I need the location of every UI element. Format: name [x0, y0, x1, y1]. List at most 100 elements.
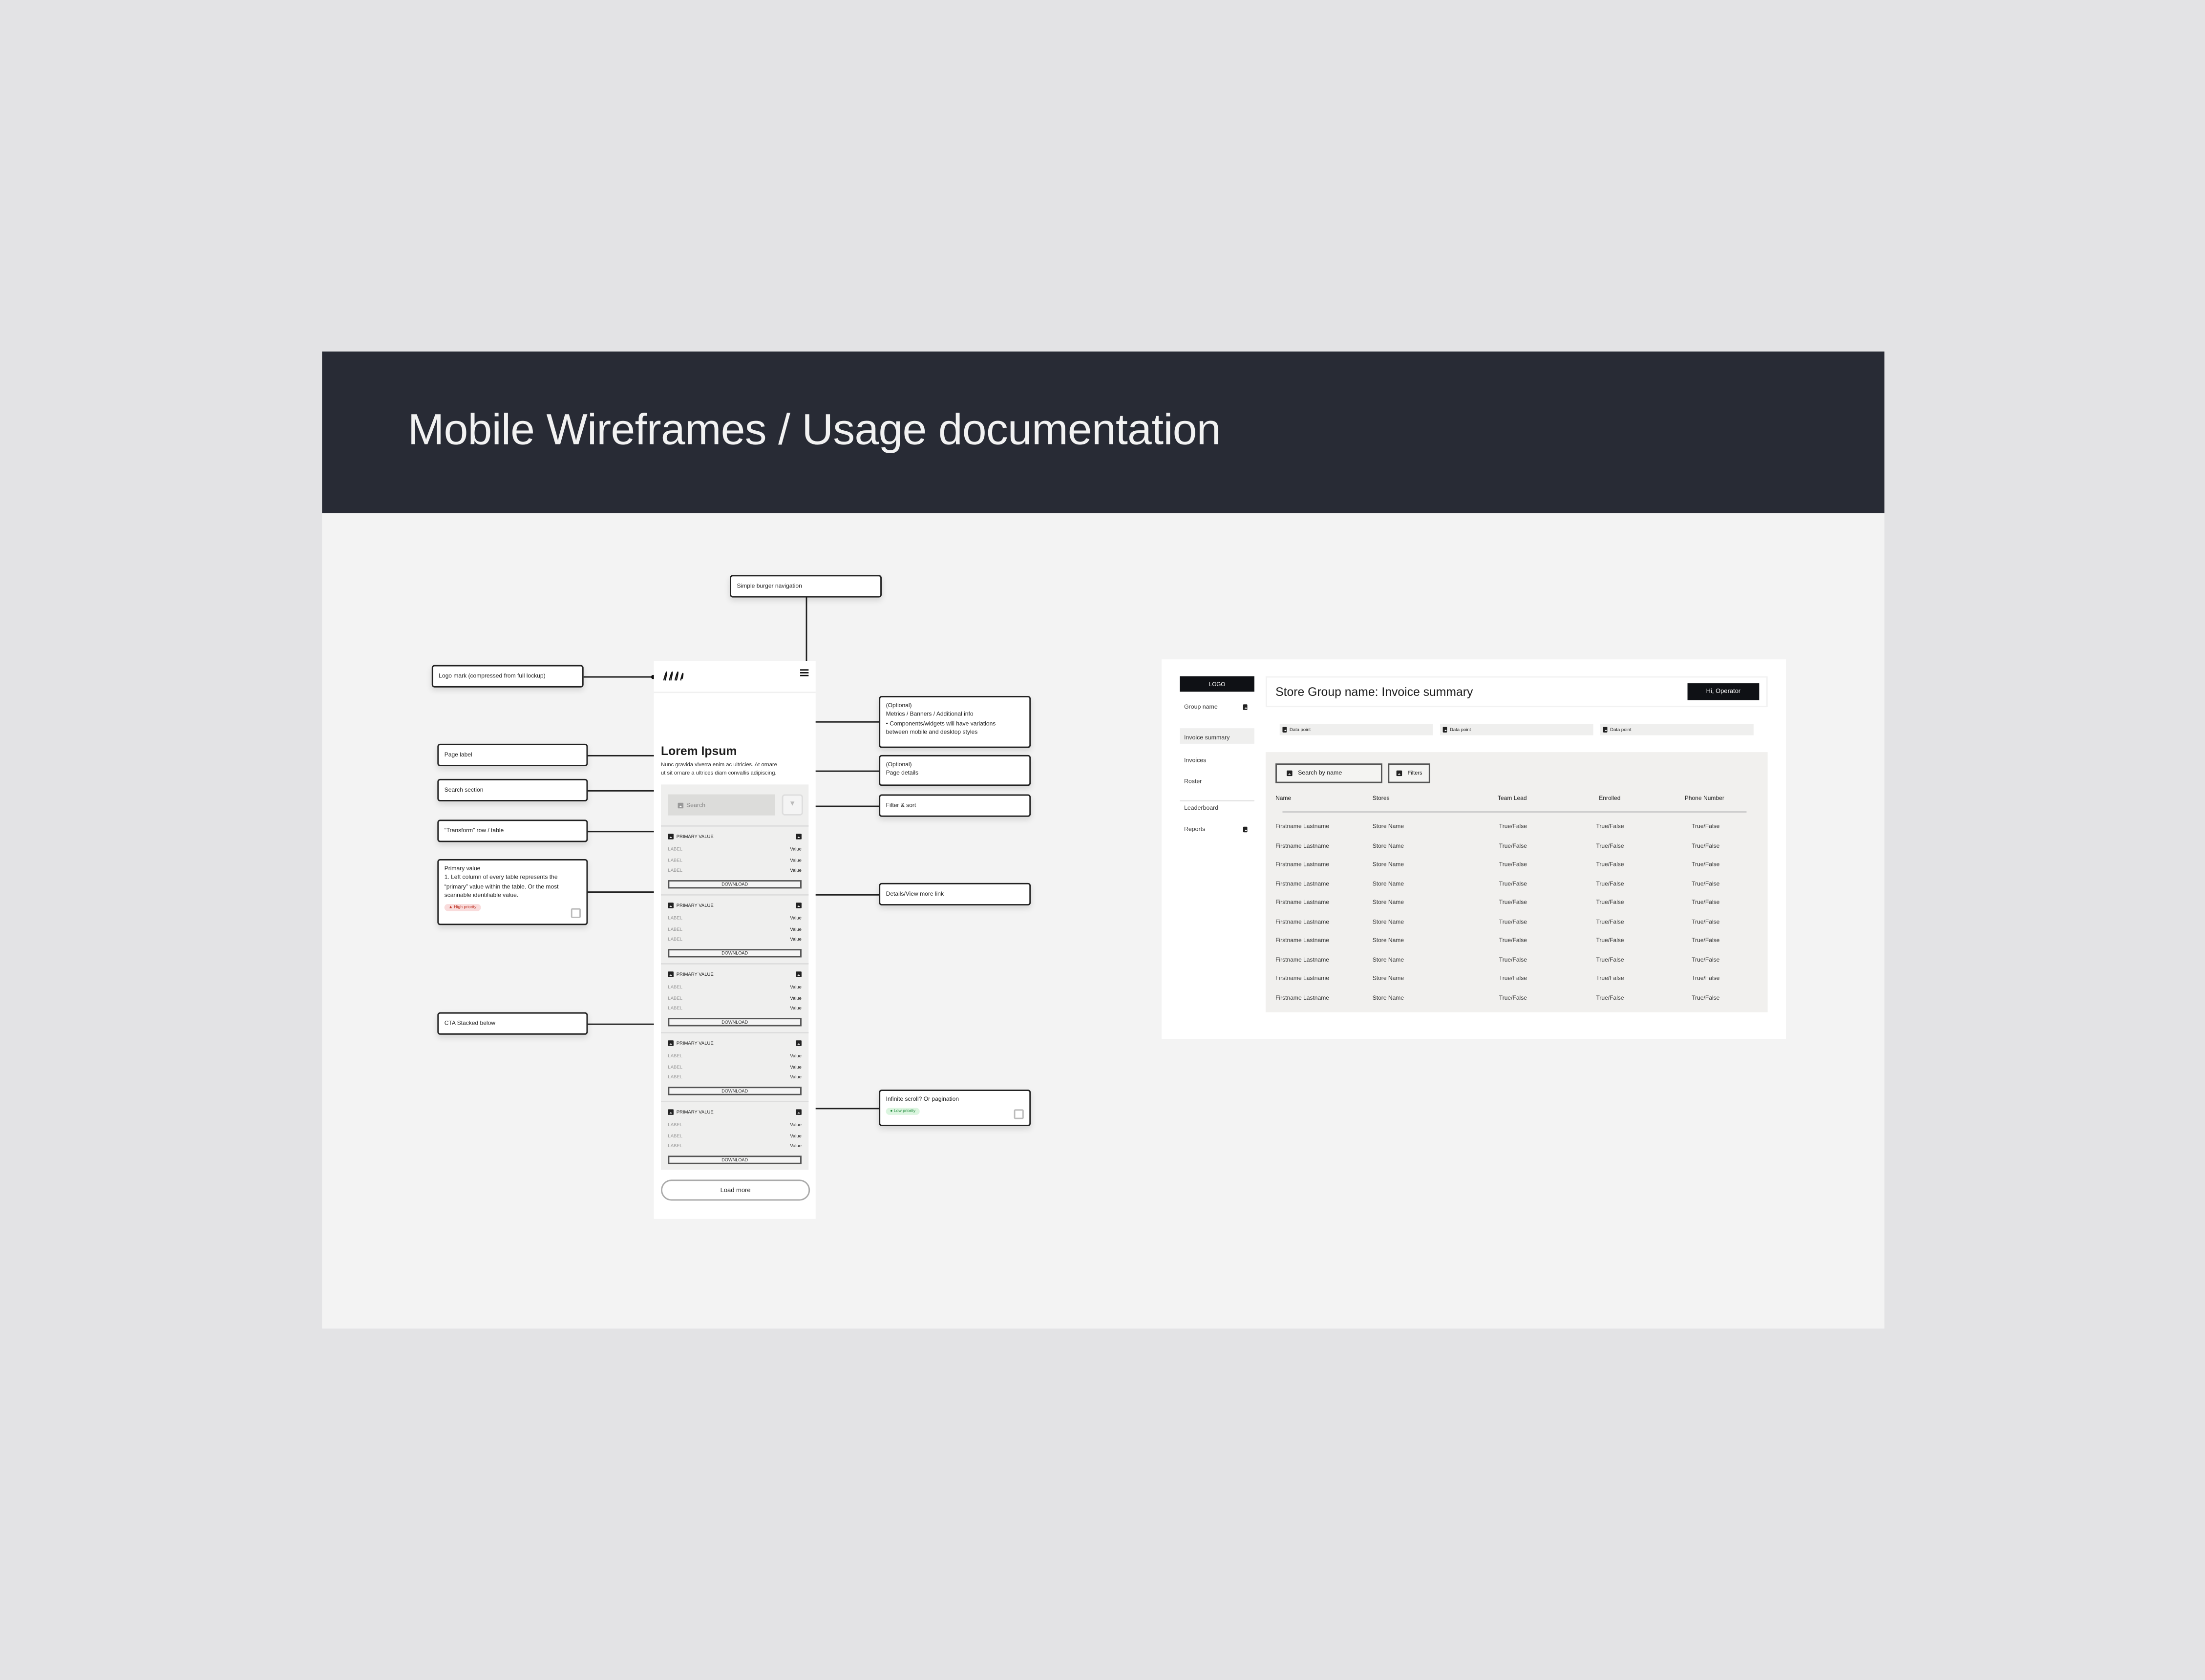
note-text: Page label — [444, 751, 472, 758]
checkbox[interactable] — [1014, 1109, 1024, 1119]
note-text: Metrics / Banners / Additional info — [886, 710, 974, 718]
row-value: Value — [790, 857, 802, 863]
column-header[interactable]: Name — [1275, 795, 1291, 801]
table-cell: Firstname Lastname — [1275, 937, 1329, 944]
sidebar-item[interactable]: Roster — [1184, 777, 1202, 784]
image-icon[interactable] — [796, 971, 802, 977]
connector — [588, 755, 657, 756]
row-value: Value — [790, 1053, 802, 1059]
image-icon[interactable] — [796, 1109, 802, 1115]
row-value: Value — [790, 867, 802, 873]
card-row: LABEL Value — [668, 1074, 801, 1080]
download-button[interactable]: DOWNLOAD — [668, 1087, 802, 1095]
data-point: Data point — [1600, 724, 1754, 735]
record-card[interactable]: PRIMARY VALUE LABEL Value LABEL Value LABEL Va… — [661, 963, 809, 1032]
table-cell: Store Name — [1372, 975, 1404, 982]
table-cell: True/False — [1692, 994, 1720, 1001]
note-primary-value: Primary value 1. Left column of every ta… — [437, 859, 588, 925]
table-cell: True/False — [1596, 994, 1624, 1001]
row-value: Value — [790, 1122, 802, 1128]
table-cell: Store Name — [1372, 841, 1404, 849]
note-page-details: (Optional) Page details — [879, 755, 1031, 786]
note-burger: Simple burger navigation — [730, 575, 882, 598]
checkbox[interactable] — [571, 908, 581, 918]
burger-menu-icon[interactable] — [800, 669, 809, 676]
row-label: LABEL — [668, 1132, 682, 1138]
search-placeholder: Search — [686, 801, 706, 809]
note-text: “Transform” row / table — [444, 826, 504, 834]
record-card[interactable]: PRIMARY VALUE LABEL Value LABEL Value LABEL Va… — [661, 1032, 809, 1101]
table-cell: Firstname Lastname — [1275, 880, 1329, 887]
row-value: Value — [790, 1063, 802, 1070]
note-text: “primary” value within the table. Or the… — [444, 882, 559, 890]
note-details-link: Details/View more link — [879, 882, 1031, 905]
page-heading: Lorem Ipsum — [661, 743, 737, 758]
record-card[interactable]: PRIMARY VALUE LABEL Value LABEL Value LABEL Va… — [661, 825, 809, 894]
card-row: LABEL Value — [668, 1005, 801, 1011]
row-label: LABEL — [668, 857, 682, 863]
record-card[interactable]: PRIMARY VALUE LABEL Value LABEL Value LABEL Va… — [661, 894, 809, 963]
table-header-divider — [1282, 811, 1747, 813]
sidebar-item[interactable]: Invoices — [1184, 756, 1206, 763]
column-header[interactable]: Phone Number — [1685, 795, 1724, 801]
filters-button[interactable]: Filters — [1388, 763, 1430, 783]
row-label: LABEL — [668, 846, 682, 852]
note-text: 1. Left column of every table represents… — [444, 873, 558, 881]
data-point-label: Data point — [1450, 727, 1471, 733]
sidebar-item[interactable]: Group name — [1184, 703, 1218, 710]
table-cell: Store Name — [1372, 880, 1404, 887]
card-row: LABEL Value — [668, 1133, 801, 1138]
scribble-logo-icon[interactable] — [662, 669, 685, 682]
search-by-name-input[interactable]: Search by name — [1275, 763, 1382, 783]
record-card[interactable]: PRIMARY VALUE LABEL Value LABEL Value LABEL Va… — [661, 1101, 809, 1170]
filter-button[interactable]: ▼ — [782, 794, 803, 816]
table-cell: True/False — [1596, 899, 1624, 906]
download-button[interactable]: DOWNLOAD — [668, 949, 802, 958]
load-more-button[interactable]: Load more — [661, 1179, 810, 1201]
connector — [811, 770, 879, 772]
table-cell: Firstname Lastname — [1275, 822, 1329, 830]
card-row: LABEL Value — [668, 857, 801, 863]
download-button[interactable]: DOWNLOAD — [668, 880, 802, 889]
sidebar-divider — [1180, 800, 1254, 801]
sidebar-item[interactable]: Invoice summary — [1184, 734, 1230, 741]
row-label: LABEL — [668, 994, 682, 1001]
table-cell: Store Name — [1372, 918, 1404, 925]
column-header[interactable]: Team Lead — [1498, 795, 1527, 801]
image-icon — [1282, 727, 1287, 732]
table-cell: True/False — [1596, 822, 1624, 830]
table-cell: True/False — [1499, 918, 1527, 925]
note-filter-sort: Filter & sort — [879, 794, 1031, 817]
image-icon[interactable] — [796, 834, 802, 840]
logo[interactable]: LOGO — [1180, 676, 1254, 692]
table-cell: True/False — [1499, 899, 1527, 906]
sidebar-item-label: Invoice summary — [1184, 734, 1230, 741]
sidebar-item[interactable]: Leaderboard — [1184, 804, 1218, 811]
table-cell: True/False — [1596, 956, 1624, 963]
download-button[interactable]: DOWNLOAD — [668, 1018, 802, 1027]
image-icon[interactable] — [796, 903, 802, 908]
column-header[interactable]: Enrolled — [1599, 795, 1620, 801]
search-input[interactable]: Search — [668, 794, 775, 816]
note-cta: CTA Stacked below — [437, 1012, 588, 1035]
table-cell: Firstname Lastname — [1275, 956, 1329, 963]
image-icon — [668, 1040, 674, 1046]
page-title: Mobile Wireframes / Usage documentation — [407, 405, 1221, 454]
table-cell: True/False — [1692, 956, 1720, 963]
download-button[interactable]: DOWNLOAD — [668, 1155, 802, 1164]
note-infinite-scroll: Infinite scroll? Or pagination ● Low pri… — [879, 1090, 1031, 1126]
image-icon — [668, 1109, 674, 1115]
table-cell: Firstname Lastname — [1275, 975, 1329, 982]
image-icon — [1442, 727, 1447, 732]
card-row: LABEL Value — [668, 995, 801, 1001]
table-cell: True/False — [1499, 880, 1527, 887]
image-icon — [1243, 703, 1248, 710]
sidebar-item[interactable]: Reports — [1184, 825, 1205, 832]
user-button[interactable]: Hi, Operator — [1687, 683, 1760, 700]
table-cell: Firstname Lastname — [1275, 918, 1329, 925]
image-icon[interactable] — [796, 1040, 802, 1046]
column-header[interactable]: Stores — [1373, 795, 1390, 801]
table-cell: True/False — [1499, 975, 1527, 982]
note-page-label: Page label — [437, 743, 588, 766]
note-text: Page details — [886, 769, 919, 777]
